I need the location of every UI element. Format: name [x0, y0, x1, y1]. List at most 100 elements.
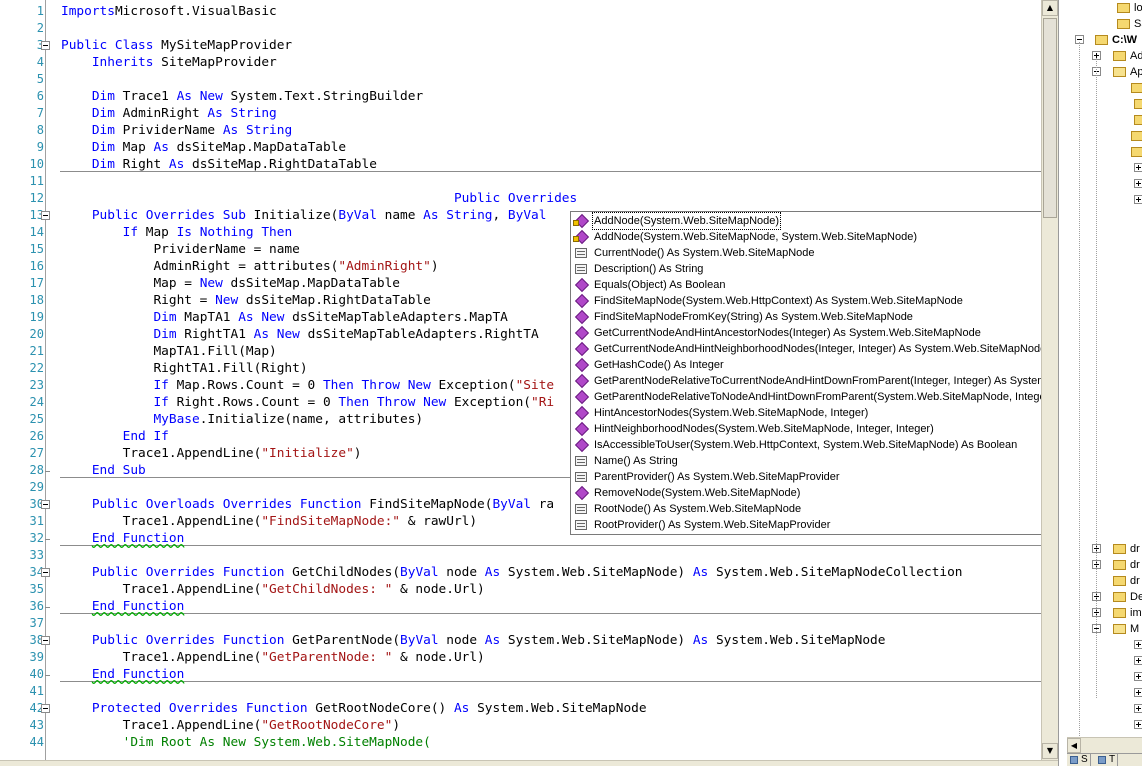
code-line[interactable]: Right = New dsSiteMap.RightDataTable [61, 292, 430, 309]
code-line[interactable]: Map = New dsSiteMap.MapDataTable [61, 275, 400, 292]
explorer-horizontal-scrollbar[interactable]: ◀ [1067, 737, 1142, 753]
expand-icon[interactable] [1134, 195, 1142, 204]
code-line[interactable]: Protected Overrides Function GetRootNode… [61, 700, 647, 717]
tree-node[interactable]: im [1059, 605, 1142, 621]
scroll-thumb[interactable] [1043, 18, 1057, 218]
code-line[interactable]: Dim RightTA1 As New dsSiteMapTableAdapte… [61, 326, 538, 343]
tree-node[interactable]: dr [1059, 557, 1142, 573]
completion-item[interactable]: FindSiteMapNode(System.Web.HttpContext) … [571, 293, 1041, 309]
keyword-token: Dim [91, 89, 115, 104]
code-line[interactable]: Trace1.AppendLine("GetChildNodes: " & no… [61, 581, 485, 598]
code-line[interactable]: Public Class MySiteMapProvider [61, 37, 292, 54]
code-line[interactable]: Dim MapTA1 As New dsSiteMapTableAdapters… [61, 309, 507, 326]
code-line[interactable]: AdminRight = attributes("AdminRight") [61, 258, 438, 275]
tree-node[interactable]: dr [1059, 541, 1142, 557]
tree-node[interactable]: lo [1059, 0, 1142, 16]
scroll-down-arrow-icon[interactable]: ▼ [1042, 743, 1058, 759]
scroll-up-arrow-icon[interactable]: ▲ [1042, 0, 1058, 16]
completion-item[interactable]: GetCurrentNodeAndHintNeighborhoodNodes(I… [571, 341, 1041, 357]
code-line[interactable]: Trace1.AppendLine("GetRootNodeCore") [61, 717, 400, 734]
code-line[interactable]: 'Dim Root As New System.Web.SiteMapNode( [61, 734, 431, 751]
completion-item[interactable]: RootProvider() As System.Web.SiteMapProv… [571, 517, 1041, 533]
code-line[interactable]: Dim AdminRight As String [61, 105, 277, 122]
code-line[interactable]: Public Overrides Function GetChildNodes(… [61, 564, 963, 581]
completion-item[interactable]: RemoveNode(System.Web.SiteMapNode) [571, 485, 1041, 501]
expand-icon[interactable] [1134, 179, 1142, 188]
code-line[interactable]: Dim Trace1 As New System.Text.StringBuil… [61, 88, 423, 105]
expand-icon[interactable] [1134, 704, 1142, 713]
completion-item[interactable]: HintNeighborhoodNodes(System.Web.SiteMap… [571, 421, 1041, 437]
completion-item[interactable]: GetCurrentNodeAndHintAncestorNodes(Integ… [571, 325, 1041, 341]
tree-node[interactable]: M [1059, 621, 1142, 637]
code-line[interactable]: Dim PrividerName As String [61, 122, 292, 139]
code-line[interactable]: MyBase.Initialize(name, attributes) [61, 411, 423, 428]
line-number: 37 [29, 616, 44, 630]
completion-item[interactable]: GetParentNodeRelativeToCurrentNodeAndHin… [571, 373, 1041, 389]
code-line[interactable]: Public Overloads Overrides Function Find… [61, 496, 554, 513]
code-line[interactable]: If Right.Rows.Count = 0 Then Throw New E… [61, 394, 554, 411]
line-number: 17 [29, 276, 44, 290]
code-line[interactable]: ImportsMicrosoft.VisualBasic [61, 3, 277, 20]
completion-item[interactable]: IsAccessibleToUser(System.Web.HttpContex… [571, 437, 1041, 453]
code-line[interactable]: Public Overrides Sub Initialize(ByVal na… [61, 207, 547, 224]
completion-item[interactable]: ParentProvider() As System.Web.SiteMapPr… [571, 469, 1041, 485]
code-line[interactable]: If Map.Rows.Count = 0 Then Throw New Exc… [61, 377, 554, 394]
collapse-toggle-icon[interactable] [41, 704, 50, 713]
code-line[interactable]: PrividerName = name [61, 241, 299, 258]
tree-node[interactable]: Ap [1059, 64, 1142, 80]
tree-node[interactable]: C:\W [1059, 32, 1142, 48]
completion-item[interactable]: Equals(Object) As Boolean [571, 277, 1041, 293]
code-line[interactable]: Trace1.AppendLine("GetParentNode: " & no… [61, 649, 485, 666]
collapse-toggle-icon[interactable] [41, 636, 50, 645]
completion-item-icon [573, 229, 590, 245]
code-line[interactable]: Public Overrides Function GetParentNode(… [61, 632, 886, 649]
tab-team-explorer[interactable]: T [1095, 754, 1119, 766]
tree-node[interactable]: dr [1059, 573, 1142, 589]
expand-icon[interactable] [1134, 720, 1142, 729]
completion-item[interactable]: Name() As String [571, 453, 1041, 469]
completion-item[interactable]: GetHashCode() As Integer [571, 357, 1041, 373]
expand-icon[interactable] [1134, 163, 1142, 172]
code-line[interactable]: End If [61, 428, 169, 445]
expand-icon[interactable] [1134, 672, 1142, 681]
code-line[interactable]: If Map Is Nothing Then [61, 224, 293, 241]
collapse-toggle-icon[interactable] [41, 568, 50, 577]
completion-item[interactable]: RootNode() As System.Web.SiteMapNode [571, 501, 1041, 517]
collapse-toggle-icon[interactable] [41, 41, 50, 50]
completion-item[interactable]: AddNode(System.Web.SiteMapNode) [571, 212, 1041, 230]
scroll-left-arrow-icon[interactable]: ◀ [1067, 738, 1081, 753]
code-line[interactable]: Dim Map As dsSiteMap.MapDataTable [61, 139, 346, 156]
tree-node[interactable]: Sa [1059, 16, 1142, 32]
code-line[interactable]: Public Overrides [61, 190, 577, 207]
code-line[interactable]: End Function [61, 530, 184, 547]
code-line[interactable]: RightTA1.Fill(Right) [61, 360, 307, 377]
code-line[interactable]: End Function [61, 666, 184, 683]
tree-node[interactable]: De [1059, 589, 1142, 605]
code-line[interactable]: End Sub [61, 462, 146, 479]
completion-item[interactable]: Description() As String [571, 261, 1041, 277]
completion-item[interactable]: AddNode(System.Web.SiteMapNode, System.W… [571, 229, 1041, 245]
code-editor[interactable]: 1234567891011121314151617181920212223242… [0, 0, 1041, 766]
completion-item[interactable]: CurrentNode() As System.Web.SiteMapNode [571, 245, 1041, 261]
collapse-toggle-icon[interactable] [41, 211, 50, 220]
expand-icon[interactable] [1134, 640, 1142, 649]
collapse-toggle-icon[interactable] [41, 500, 50, 509]
code-line[interactable]: End Function [61, 598, 184, 615]
tree-node[interactable]: Ad [1059, 48, 1142, 64]
completion-item[interactable]: HintAncestorNodes(System.Web.SiteMapNode… [571, 405, 1041, 421]
editor-vertical-scrollbar[interactable]: ▲ ▼ [1041, 0, 1058, 760]
tab-solution-explorer[interactable]: S [1067, 754, 1091, 766]
code-line[interactable]: Dim Right As dsSiteMap.RightDataTable [61, 156, 377, 173]
intellisense-list[interactable]: AddNode(System.Web.SiteMapNode) AddNode(S… [570, 211, 1041, 535]
expand-icon[interactable] [1134, 656, 1142, 665]
completion-item[interactable]: FindSiteMapNodeFromKey(String) As System… [571, 309, 1041, 325]
code-line[interactable]: Trace1.AppendLine("Initialize") [61, 445, 362, 462]
editor-horizontal-scrollbar[interactable] [0, 760, 1058, 766]
code-line[interactable]: Inherits SiteMapProvider [61, 54, 277, 71]
expand-icon[interactable] [1134, 688, 1142, 697]
code-line[interactable]: MapTA1.Fill(Map) [61, 343, 276, 360]
completion-item[interactable]: GetParentNodeRelativeToNodeAndHintDownFr… [571, 389, 1041, 405]
code-line[interactable]: Trace1.AppendLine("FindSiteMapNode:" & r… [61, 513, 477, 530]
solution-explorer[interactable]: lo Sa C:\W Ad Ap dr dr dr De im M ◀ S T [1058, 0, 1142, 766]
line-number: 20 [29, 327, 44, 341]
